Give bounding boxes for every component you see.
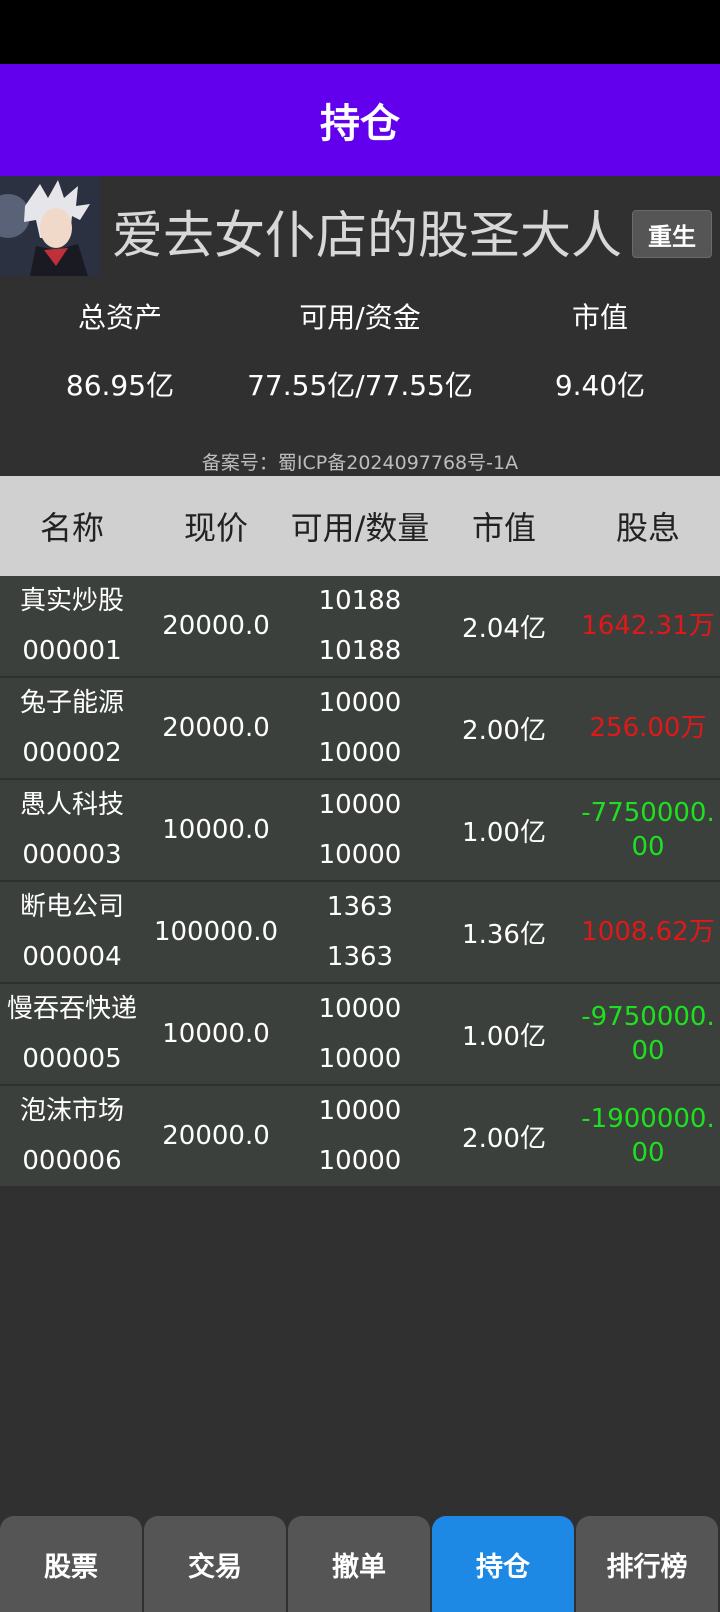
- total-quantity: 10000: [318, 840, 402, 870]
- stock-name: 愚人科技: [19, 790, 124, 820]
- market-value-cell: 1.36亿: [462, 919, 546, 950]
- stat-label: 可用/资金: [299, 301, 421, 334]
- table-row[interactable]: 慢吞吞快递 000005 10000.0 10000 10000 1.00亿 -…: [0, 984, 720, 1084]
- nav-cancel-order-button[interactable]: 撤单: [288, 1516, 430, 1612]
- total-quantity: 10188: [318, 636, 402, 666]
- table-row[interactable]: 愚人科技 000003 10000.0 10000 10000 1.00亿 -7…: [0, 780, 720, 880]
- total-quantity: 10000: [318, 1146, 402, 1176]
- column-header-price: 现价: [183, 509, 248, 547]
- table-row[interactable]: 兔子能源 000002 20000.0 10000 10000 2.00亿 25…: [0, 678, 720, 778]
- nav-leaderboard-button[interactable]: 排行榜: [576, 1516, 718, 1612]
- stock-code: 000001: [22, 636, 122, 666]
- price-cell: 20000.0: [162, 1121, 270, 1151]
- quantity-cell: 1363 1363: [288, 882, 432, 982]
- quantity-cell: 10000 10000: [288, 678, 432, 778]
- avatar[interactable]: [0, 176, 100, 276]
- stock-name: 兔子能源: [19, 688, 124, 718]
- stock-name: 断电公司: [19, 892, 124, 922]
- total-quantity: 10000: [318, 738, 402, 768]
- stock-code: 000002: [22, 738, 122, 768]
- market-value-cell: 2.00亿: [462, 1123, 546, 1154]
- stock-code: 000004: [22, 942, 122, 972]
- stat-label: 总资产: [77, 301, 162, 334]
- nav-trade-button[interactable]: 交易: [144, 1516, 286, 1612]
- stock-name-cell: 断电公司 000004: [0, 882, 144, 982]
- table-row[interactable]: 真实炒股 000001 20000.0 10188 10188 2.04亿 16…: [0, 576, 720, 676]
- stock-code: 000005: [22, 1044, 122, 1074]
- price-cell: 20000.0: [162, 713, 270, 743]
- available-quantity: 10000: [318, 688, 402, 718]
- dividend-cell: -7750000.00: [581, 798, 715, 862]
- column-header-name: 名称: [39, 509, 104, 547]
- dividend-cell: 256.00万: [589, 713, 707, 743]
- dividend-cell: -1900000.00: [581, 1104, 715, 1168]
- dividend-cell: -9750000.00: [581, 1002, 715, 1066]
- stat-available-funds: 可用/资金 77.55亿/77.55亿: [240, 296, 480, 404]
- available-quantity: 10000: [318, 790, 402, 820]
- table-row[interactable]: 泡沫市场 000006 20000.0 10000 10000 2.00亿 -1…: [0, 1086, 720, 1186]
- column-header-dividend: 股息: [615, 509, 680, 547]
- stock-code: 000003: [22, 840, 122, 870]
- price-cell: 10000.0: [162, 1019, 270, 1049]
- icp-notice: 备案号：蜀ICP备2024097768号-1A: [201, 452, 519, 474]
- table-row[interactable]: 断电公司 000004 100000.0 1363 1363 1.36亿 100…: [0, 882, 720, 982]
- stock-name-cell: 愚人科技 000003: [0, 780, 144, 880]
- nav-stocks-button[interactable]: 股票: [0, 1516, 142, 1612]
- total-quantity: 1363: [326, 942, 394, 972]
- stat-value: 9.40亿: [554, 369, 646, 402]
- available-quantity: 10000: [318, 1096, 402, 1126]
- market-value-cell: 1.00亿: [462, 817, 546, 848]
- avatar-image: [0, 176, 100, 276]
- quantity-cell: 10000 10000: [288, 1086, 432, 1186]
- market-value-cell: 2.00亿: [462, 715, 546, 746]
- dividend-cell: 1642.31万: [581, 611, 715, 641]
- stock-name: 慢吞吞快递: [6, 994, 137, 1024]
- price-cell: 100000.0: [153, 917, 279, 947]
- app-bar: 持仓: [0, 64, 720, 176]
- stock-code: 000006: [22, 1146, 122, 1176]
- stock-name-cell: 泡沫市场 000006: [0, 1086, 144, 1186]
- bottom-nav: 股票 交易 撤单 持仓 排行榜: [0, 1516, 720, 1612]
- stat-label: 市值: [571, 301, 628, 334]
- available-quantity: 1363: [326, 892, 394, 922]
- table-header: 名称 现价 可用/数量 市值 股息: [0, 476, 720, 576]
- quantity-cell: 10000 10000: [288, 984, 432, 1084]
- price-cell: 10000.0: [162, 815, 270, 845]
- username: 爱去女仆店的股圣大人: [112, 207, 623, 266]
- dividend-cell: 1008.62万: [581, 917, 715, 947]
- market-value-cell: 1.00亿: [462, 1021, 546, 1052]
- stock-name-cell: 真实炒股 000001: [0, 576, 144, 676]
- column-header-available-quantity: 可用/数量: [290, 509, 430, 547]
- stat-value: 77.55亿/77.55亿: [247, 369, 473, 402]
- quantity-cell: 10188 10188: [288, 576, 432, 676]
- price-cell: 20000.0: [162, 611, 270, 641]
- quantity-cell: 10000 10000: [288, 780, 432, 880]
- total-quantity: 10000: [318, 1044, 402, 1074]
- reset-button[interactable]: 重生: [632, 210, 712, 258]
- nav-holdings-button[interactable]: 持仓: [432, 1516, 574, 1612]
- profile-section: 爱去女仆店的股圣大人 重生: [0, 176, 720, 280]
- status-bar: [0, 0, 720, 64]
- stat-market-value: 市值 9.40亿: [480, 296, 720, 404]
- stock-name: 泡沫市场: [19, 1096, 124, 1126]
- available-quantity: 10000: [318, 994, 402, 1024]
- page-title: 持仓: [320, 101, 400, 147]
- stat-total-assets: 总资产 86.95亿: [0, 296, 240, 404]
- available-quantity: 10188: [318, 586, 402, 616]
- stock-name-cell: 慢吞吞快递 000005: [0, 984, 144, 1084]
- column-header-market-value: 市值: [471, 509, 536, 547]
- market-value-cell: 2.04亿: [462, 613, 546, 644]
- stat-value: 86.95亿: [65, 369, 175, 402]
- stock-name-cell: 兔子能源 000002: [0, 678, 144, 778]
- stock-name: 真实炒股: [19, 586, 124, 616]
